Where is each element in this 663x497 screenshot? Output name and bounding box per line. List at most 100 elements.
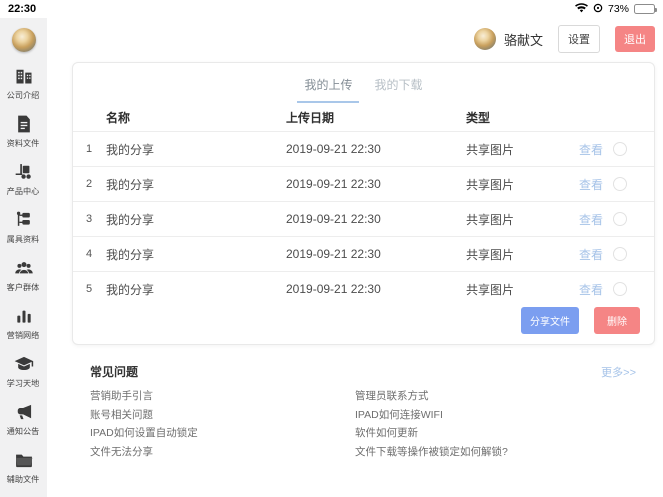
sidebar-item-attachment-data[interactable]: 属具资料 — [0, 210, 47, 245]
status-time: 22:30 — [8, 3, 37, 15]
table-row: 5 我的分享 2019-09-21 22:30 共享图片 查看 — [73, 271, 654, 306]
sidebar-item-label: 产品中心 — [7, 186, 40, 196]
row-type: 共享图片 — [466, 142, 515, 157]
row-date: 2019-09-21 22:30 — [286, 177, 381, 191]
view-link[interactable]: 查看 — [579, 246, 613, 263]
sidebar-item-announcements[interactable]: 通知公告 — [0, 402, 47, 437]
row-type: 共享图片 — [466, 282, 515, 297]
sidebar-item-label: 资料文件 — [7, 138, 40, 148]
row-type: 共享图片 — [466, 212, 515, 227]
sidebar-item-label: 属具资料 — [7, 234, 40, 244]
faq-link[interactable]: 营销助手引言 — [90, 391, 355, 402]
building-icon — [14, 66, 34, 86]
faq-link[interactable]: 文件下载等操作被锁定如何解锁? — [355, 446, 508, 458]
sidebar-item-company-intro[interactable]: 公司介绍 — [0, 66, 47, 101]
bar-chart-icon — [14, 306, 34, 326]
document-icon — [14, 114, 34, 134]
row-name: 我的分享 — [106, 282, 155, 297]
row-name: 我的分享 — [106, 177, 155, 192]
row-date: 2019-09-21 22:30 — [286, 247, 381, 261]
view-link[interactable]: 查看 — [579, 141, 613, 158]
megaphone-icon — [14, 402, 34, 422]
folder-icon — [14, 450, 34, 470]
status-bar: 22:30 73% — [0, 0, 663, 18]
table-row: 2 我的分享 2019-09-21 22:30 共享图片 查看 — [73, 166, 654, 201]
faq-link[interactable]: 账号相关问题 — [90, 409, 355, 421]
table-row: 3 我的分享 2019-09-21 22:30 共享图片 查看 — [73, 201, 654, 236]
sidebar-item-customer-groups[interactable]: 客户群体 — [0, 258, 47, 293]
column-header-date: 上传日期 — [286, 110, 335, 125]
user-header: 骆献文 设置 退出 — [473, 25, 655, 53]
sidebar-item-data-files[interactable]: 资料文件 — [0, 114, 47, 149]
view-link[interactable]: 查看 — [579, 176, 613, 193]
faq-link[interactable]: 文件无法分享 — [90, 446, 355, 458]
battery-icon — [634, 4, 657, 14]
sidebar-item-learning[interactable]: 学习天地 — [0, 354, 47, 389]
row-name: 我的分享 — [106, 212, 155, 227]
table-header: 名称 上传日期 类型 — [73, 103, 654, 131]
faq-left-column: 营销助手引言 账号相关问题 IPAD如何设置自动锁定 文件无法分享 — [90, 391, 355, 458]
sidebar-item-marketing-network[interactable]: 营销网络 — [0, 306, 47, 341]
row-date: 2019-09-21 22:30 — [286, 212, 381, 226]
row-radio[interactable] — [613, 142, 627, 156]
app-screen: 22:30 73% 公司介绍 资料文件 产品中心 属具资料 客户群体 营销网络 … — [0, 0, 663, 497]
sidebar-item-label: 客户群体 — [7, 282, 40, 292]
row-index: 2 — [86, 178, 93, 190]
wifi-icon — [575, 2, 588, 16]
sidebar-item-label: 学习天地 — [7, 378, 40, 388]
battery-percent: 73% — [607, 3, 629, 15]
tab-my-downloads[interactable]: 我的下载 — [375, 76, 423, 103]
column-header-type: 类型 — [466, 110, 491, 125]
forklift-icon — [14, 162, 34, 182]
sidebar-item-auxiliary-files[interactable]: 辅助文件 — [0, 450, 47, 485]
delete-button[interactable]: 删除 — [594, 307, 640, 334]
sidebar-item-label: 辅助文件 — [7, 474, 40, 484]
row-index: 5 — [86, 283, 93, 295]
sidebar-item-label: 通知公告 — [7, 426, 40, 436]
view-link[interactable]: 查看 — [579, 211, 613, 228]
app-logo — [11, 28, 36, 52]
logout-button[interactable]: 退出 — [615, 26, 655, 52]
faq-right-column: 管理员联系方式 IPAD如何连接WIFI 软件如何更新 文件下载等操作被锁定如何… — [355, 391, 508, 458]
tree-icon — [14, 210, 34, 230]
sidebar-item-product-center[interactable]: 产品中心 — [0, 162, 47, 197]
share-file-button[interactable]: 分享文件 — [521, 307, 579, 334]
settings-button[interactable]: 设置 — [558, 25, 600, 53]
row-radio[interactable] — [613, 282, 627, 296]
row-radio[interactable] — [613, 247, 627, 261]
row-type: 共享图片 — [466, 177, 515, 192]
sidebar-item-label: 营销网络 — [7, 330, 40, 340]
row-index: 4 — [86, 248, 93, 260]
sidebar-item-label: 公司介绍 — [7, 90, 40, 100]
row-type: 共享图片 — [466, 247, 515, 262]
row-name: 我的分享 — [106, 142, 155, 157]
row-radio[interactable] — [613, 177, 627, 191]
faq-section: 常见问题 更多>> 营销助手引言 账号相关问题 IPAD如何设置自动锁定 文件无… — [90, 363, 636, 458]
row-index: 1 — [86, 143, 93, 155]
sidebar: 公司介绍 资料文件 产品中心 属具资料 客户群体 营销网络 学习天地 通知公告 … — [0, 18, 47, 497]
row-date: 2019-09-21 22:30 — [286, 142, 381, 156]
row-name: 我的分享 — [106, 247, 155, 262]
tab-my-uploads[interactable]: 我的上传 — [304, 76, 352, 103]
row-radio[interactable] — [613, 212, 627, 226]
users-icon — [14, 258, 34, 278]
row-index: 3 — [86, 213, 93, 225]
faq-link[interactable]: 管理员联系方式 — [355, 391, 508, 402]
uploads-card: 我的上传 我的下载 名称 上传日期 类型 1 我的分享 2019-09-21 2… — [72, 62, 655, 345]
view-link[interactable]: 查看 — [579, 281, 613, 298]
user-name: 骆献文 — [503, 32, 543, 48]
graduation-cap-icon — [14, 354, 34, 374]
sidebar-nav: 公司介绍 资料文件 产品中心 属具资料 客户群体 营销网络 学习天地 通知公告 … — [0, 66, 47, 497]
tabs: 我的上传 我的下载 — [73, 63, 654, 103]
card-actions: 分享文件 删除 — [521, 307, 640, 334]
faq-link[interactable]: IPAD如何设置自动锁定 — [90, 428, 355, 439]
table-row: 1 我的分享 2019-09-21 22:30 共享图片 查看 — [73, 131, 654, 166]
column-header-name: 名称 — [106, 110, 131, 125]
faq-link[interactable]: IPAD如何连接WIFI — [355, 409, 508, 421]
faq-link[interactable]: 软件如何更新 — [355, 428, 508, 439]
faq-more-link[interactable]: 更多>> — [601, 364, 636, 380]
row-date: 2019-09-21 22:30 — [286, 282, 381, 296]
rotation-lock-icon — [593, 3, 603, 16]
avatar — [473, 28, 496, 50]
faq-title: 常见问题 — [90, 365, 139, 379]
